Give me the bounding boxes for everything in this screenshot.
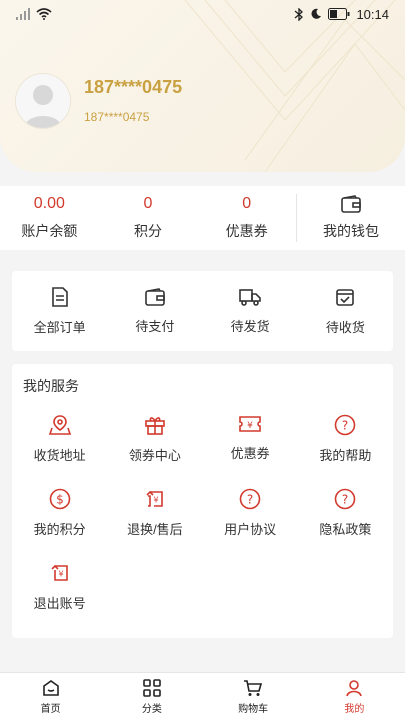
account-stats: 0.00 账户余额 0 积分 0 优惠券 我的钱包 — [0, 186, 405, 250]
tab-cart[interactable]: 购物车 — [203, 673, 304, 720]
coupon-icon: ¥ — [239, 416, 261, 432]
bluetooth-icon — [295, 7, 304, 21]
tab-category[interactable]: 分类 — [101, 673, 202, 720]
service-label: 收货地址 — [33, 448, 86, 463]
user-icon — [346, 679, 363, 696]
avatar-placeholder-icon — [16, 74, 70, 128]
svg-text:?: ? — [247, 493, 253, 507]
signal-icon — [16, 8, 30, 20]
order-label: 待支付 — [135, 318, 175, 334]
service-help[interactable]: ? 我的帮助 — [298, 414, 393, 470]
order-label: 待收货 — [325, 319, 365, 335]
battery-icon — [328, 8, 350, 20]
stat-label: 优惠券 — [225, 223, 268, 239]
location-icon — [48, 415, 71, 435]
svg-text:¥: ¥ — [58, 570, 63, 579]
service-label: 我的帮助 — [319, 448, 372, 463]
stat-value: 0 — [242, 195, 252, 212]
cart-icon — [244, 679, 263, 696]
status-bar: 10:14 — [0, 0, 405, 28]
home-icon — [42, 679, 59, 696]
service-coupon-center[interactable]: 领券中心 — [107, 414, 202, 470]
service-coupons[interactable]: ¥ 优惠券 — [203, 414, 298, 470]
truck-icon — [239, 288, 261, 306]
exchange-icon: ¥ — [146, 490, 163, 507]
stat-balance[interactable]: 0.00 账户余额 — [0, 195, 99, 241]
wallet-icon — [145, 287, 165, 306]
service-label: 退出账号 — [33, 596, 86, 611]
service-label: 优惠券 — [230, 446, 270, 461]
user-phone: 187****0475 — [84, 110, 150, 124]
stat-value: 0.00 — [33, 195, 65, 212]
order-label: 全部订单 — [33, 319, 86, 335]
moon-icon — [311, 8, 322, 19]
order-pending-receipt[interactable]: 待收货 — [298, 271, 393, 351]
svg-text:?: ? — [342, 493, 348, 507]
service-user-agreement[interactable]: ? 用户协议 — [203, 488, 298, 544]
tab-label: 我的 — [344, 703, 365, 715]
user-name: 187****0475 — [84, 77, 183, 97]
tab-label: 首页 — [40, 703, 61, 715]
stat-points[interactable]: 0 积分 — [99, 195, 198, 241]
order-label: 待发货 — [230, 318, 270, 334]
dollar-icon: $ — [49, 488, 70, 510]
tab-home[interactable]: 首页 — [0, 673, 101, 720]
stat-value: 0 — [143, 195, 153, 212]
tab-label: 购物车 — [238, 703, 269, 715]
avatar[interactable] — [16, 74, 70, 128]
service-label: 领券中心 — [128, 448, 181, 463]
wallet-button[interactable]: 我的钱包 — [297, 195, 405, 241]
wallet-icon — [341, 195, 361, 213]
svg-text:$: $ — [56, 493, 64, 507]
services-card: 我的服务 收货地址 领券中心 ¥ 优惠券 ? 我的帮助 $ 我的积分 ¥ 退换/… — [12, 364, 393, 638]
gift-icon — [145, 417, 165, 435]
svg-text:¥: ¥ — [153, 496, 158, 505]
service-label: 退换/售后 — [127, 522, 183, 537]
help-icon: ? — [335, 488, 356, 510]
clock: 10:14 — [356, 6, 389, 22]
stat-label: 积分 — [134, 223, 162, 239]
help-icon: ? — [239, 488, 261, 510]
services-grid: 收货地址 领券中心 ¥ 优惠券 ? 我的帮助 $ 我的积分 ¥ 退换/售后 ? … — [12, 414, 393, 618]
orders-card: 全部订单 待支付 待发货 待收货 — [12, 271, 393, 351]
services-title: 我的服务 — [23, 378, 79, 394]
grid-icon — [143, 678, 161, 697]
service-logout[interactable]: ¥ 退出账号 — [12, 562, 107, 618]
document-icon — [51, 286, 68, 307]
svg-text:?: ? — [342, 419, 348, 433]
box-check-icon — [336, 288, 355, 306]
service-privacy-policy[interactable]: ? 隐私政策 — [298, 488, 393, 544]
service-label: 用户协议 — [224, 522, 277, 537]
tab-label: 分类 — [141, 703, 162, 715]
tab-bar: 首页 分类 购物车 我的 — [0, 672, 405, 720]
order-all[interactable]: 全部订单 — [12, 271, 107, 351]
help-icon: ? — [335, 414, 356, 436]
stat-label: 账户余额 — [21, 223, 78, 239]
service-label: 隐私政策 — [319, 522, 372, 537]
service-returns[interactable]: ¥ 退换/售后 — [107, 488, 202, 544]
tab-mine[interactable]: 我的 — [304, 673, 405, 720]
wifi-icon — [36, 8, 52, 20]
svg-text:¥: ¥ — [247, 421, 253, 431]
wallet-label: 我的钱包 — [323, 223, 380, 239]
stat-coupons[interactable]: 0 优惠券 — [197, 195, 296, 241]
service-address[interactable]: 收货地址 — [12, 414, 107, 470]
order-pending-shipment[interactable]: 待发货 — [203, 271, 298, 351]
logout-yen-icon: ¥ — [51, 564, 68, 581]
service-label: 我的积分 — [33, 522, 86, 537]
service-points[interactable]: $ 我的积分 — [12, 488, 107, 544]
order-pending-payment[interactable]: 待支付 — [107, 271, 202, 351]
